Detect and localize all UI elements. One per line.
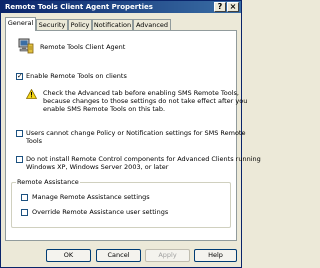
help-title-button[interactable]: ? (214, 2, 226, 12)
agent-computer-icon (18, 38, 34, 54)
close-button[interactable]: × (227, 2, 239, 12)
users-cannot-change-line-2: Tools (26, 137, 43, 145)
properties-dialog: Remote Tools Client Agent Properties ? ×… (0, 0, 261, 268)
warning-line-1: Check the Advanced tab before enabling S… (43, 89, 239, 97)
general-tab-panel: Remote Tools Client Agent ✓ Enable Remot… (5, 30, 261, 241)
users-cannot-change-line-1: Users cannot change Policy or Notificati… (26, 129, 246, 137)
do-not-install-line-2: Windows XP, Windows Server 2003, or late… (26, 163, 169, 171)
remote-assistance-group: Remote Assistance Manage Remote Assistan… (11, 178, 231, 228)
warning-line-2: because changes to those settings do not… (43, 97, 248, 105)
remote-assistance-title: Remote Assistance (16, 178, 80, 186)
override-remote-assistance-checkbox[interactable] (21, 209, 28, 216)
ok-button[interactable]: OK (46, 249, 91, 262)
enable-remote-tools-checkbox[interactable]: ✓ (16, 73, 23, 80)
warning-line-3: enable SMS Remote Tools on this tab. (43, 105, 166, 113)
cancel-button[interactable]: Cancel (96, 249, 141, 262)
users-cannot-change-checkbox[interactable] (16, 130, 23, 137)
warning-icon (25, 88, 38, 99)
enable-remote-tools-label: Enable Remote Tools on clients (26, 72, 127, 80)
tab-policy[interactable]: Policy (68, 19, 92, 30)
do-not-install-checkbox[interactable] (16, 156, 23, 163)
agent-heading: Remote Tools Client Agent (40, 43, 126, 51)
manage-remote-assistance-checkbox[interactable] (21, 194, 28, 201)
title-bar[interactable]: Remote Tools Client Agent Properties ? × (1, 1, 241, 13)
tab-general[interactable]: General (5, 17, 36, 31)
tab-notification[interactable]: Notification (92, 19, 133, 30)
apply-button[interactable]: Apply (145, 249, 190, 262)
tab-security[interactable]: Security (36, 19, 68, 30)
do-not-install-line-1: Do not install Remote Control components… (26, 155, 261, 163)
manage-remote-assistance-label: Manage Remote Assistance settings (32, 193, 150, 201)
override-remote-assistance-label: Override Remote Assistance user settings (32, 208, 169, 216)
window-title: Remote Tools Client Agent Properties (5, 3, 153, 11)
tab-advanced[interactable]: Advanced (133, 19, 171, 30)
help-button[interactable]: Help (194, 249, 237, 262)
